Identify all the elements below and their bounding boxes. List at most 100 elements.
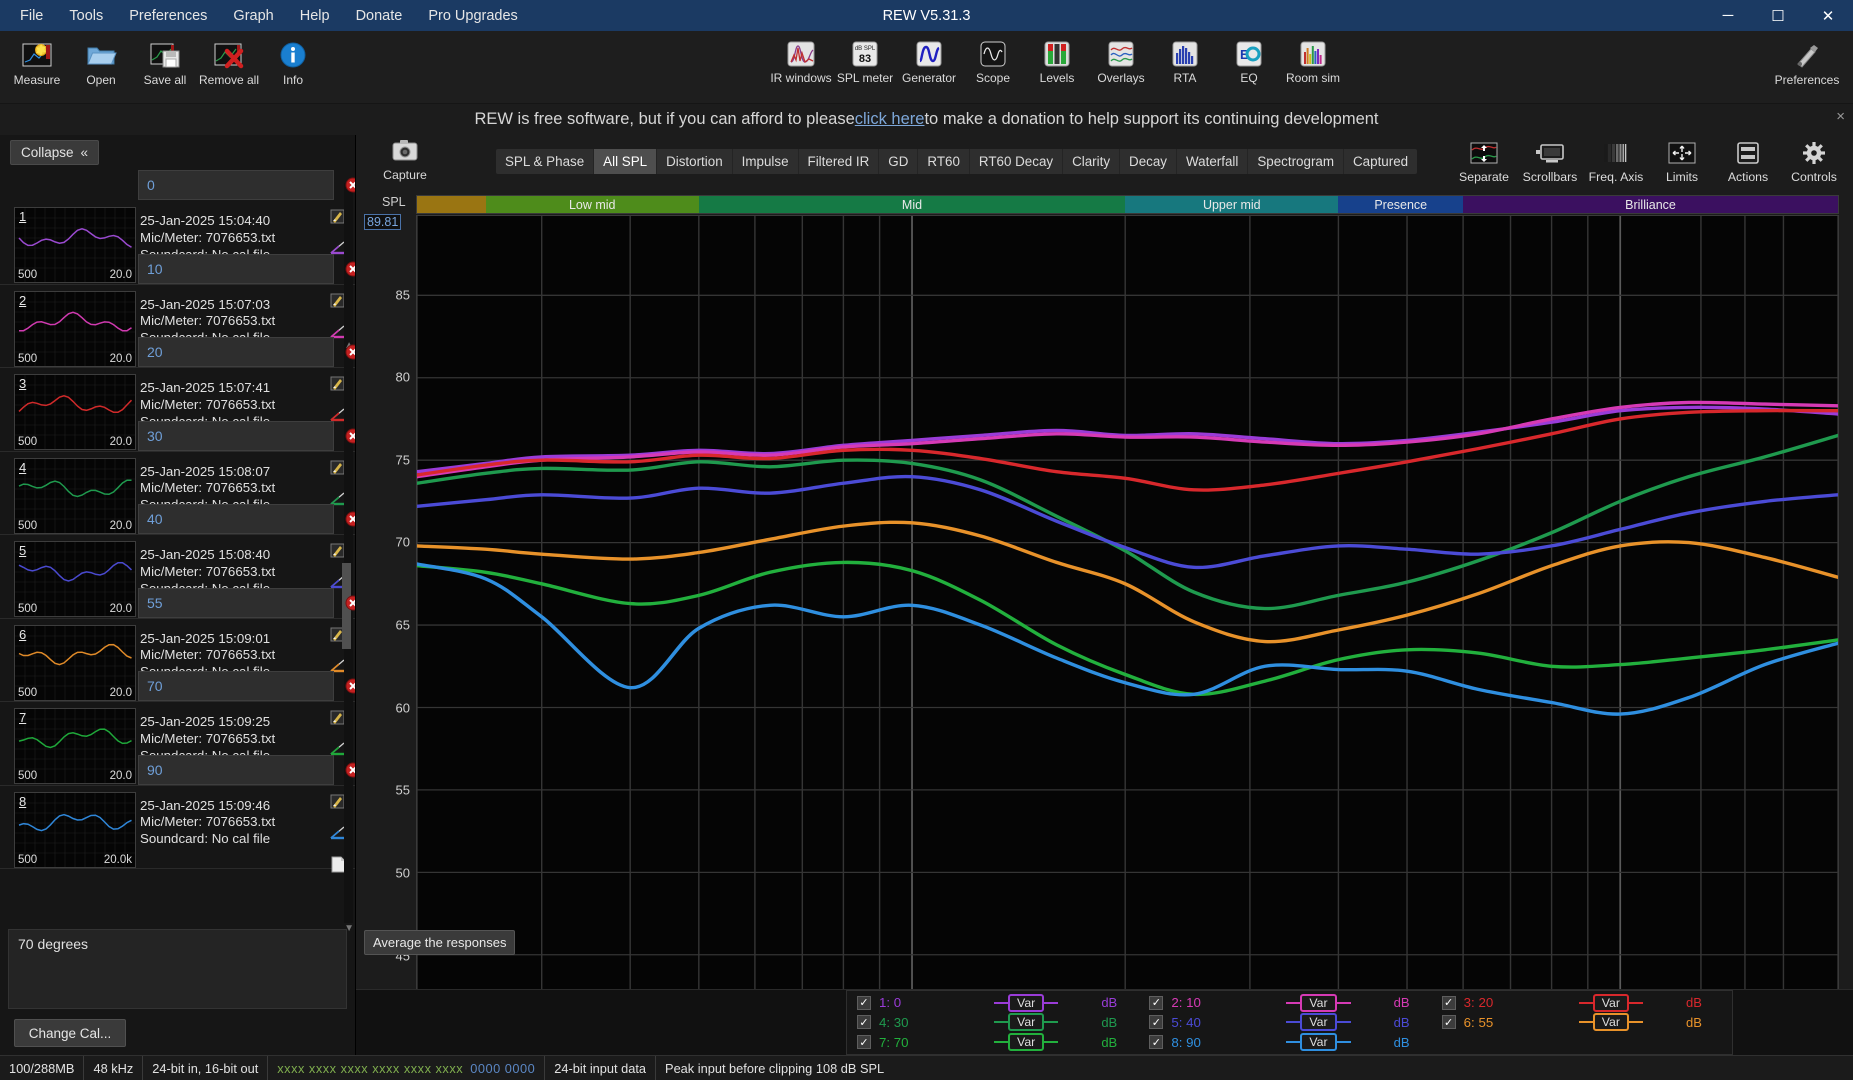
measurement-name-input[interactable]: 70: [138, 671, 334, 701]
measurement-name-input[interactable]: 10: [138, 254, 334, 284]
graph-tab-gd[interactable]: GD: [879, 149, 918, 174]
measurement-name-input[interactable]: 0: [138, 170, 334, 200]
legend-visibility-checkbox[interactable]: ✓: [1442, 996, 1456, 1010]
graph-tab-spl-phase[interactable]: SPL & Phase: [496, 149, 594, 174]
legend-var-button[interactable]: Var: [1008, 994, 1044, 1012]
legend-var-button[interactable]: Var: [1300, 1013, 1336, 1031]
generator-button[interactable]: Generator: [898, 37, 960, 85]
info-button[interactable]: Info: [262, 37, 324, 87]
ir-windows-button[interactable]: IR windows: [770, 37, 832, 85]
legend-item[interactable]: ✓8: 90VardB: [1143, 1032, 1435, 1052]
graph-tab-decay[interactable]: Decay: [1120, 149, 1177, 174]
save-all-button[interactable]: Save all: [134, 37, 196, 87]
legend-offset-control[interactable]: Var: [1251, 994, 1385, 1012]
scope-button[interactable]: Scope: [962, 37, 1024, 85]
graph-tab-all-spl[interactable]: All SPL: [594, 149, 657, 174]
measurement-thumbnail[interactable]: 550020.0: [14, 541, 136, 617]
notes-field[interactable]: 70 degrees: [8, 929, 347, 1009]
legend-visibility-checkbox[interactable]: ✓: [1149, 1035, 1163, 1049]
preferences-button[interactable]: Preferences: [1767, 37, 1847, 87]
legend-item[interactable]: ✓7: 70VardB: [851, 1032, 1143, 1052]
capture-button[interactable]: Capture: [369, 137, 441, 182]
sidebar-scrollbar-track[interactable]: [344, 183, 353, 923]
menu-item-help[interactable]: Help: [288, 3, 342, 29]
legend-offset-control[interactable]: Var: [1544, 994, 1678, 1012]
eq-button[interactable]: E EQ: [1218, 37, 1280, 85]
actions-button[interactable]: Actions: [1715, 135, 1781, 184]
legend-item[interactable]: ✓5: 40VardB: [1143, 1013, 1435, 1033]
minimize-icon[interactable]: ─: [1703, 0, 1753, 31]
legend-offset-control[interactable]: Var: [959, 1033, 1093, 1051]
legend-visibility-checkbox[interactable]: ✓: [1149, 996, 1163, 1010]
overlays-button[interactable]: Overlays: [1090, 37, 1152, 85]
graph-tab-captured[interactable]: Captured: [1344, 149, 1417, 174]
measurement-thumbnail[interactable]: 750020.0: [14, 708, 136, 784]
legend-var-button[interactable]: Var: [1593, 994, 1629, 1012]
controls-button[interactable]: Controls: [1781, 135, 1847, 184]
donate-link[interactable]: click here: [855, 110, 925, 129]
legend-var-button[interactable]: Var: [1300, 994, 1336, 1012]
menu-item-pro-upgrades[interactable]: Pro Upgrades: [416, 3, 529, 29]
legend-var-button[interactable]: Var: [1008, 1013, 1044, 1031]
graph-tab-waterfall[interactable]: Waterfall: [1177, 149, 1248, 174]
average-responses-button[interactable]: Average the responses: [364, 930, 515, 955]
separate-button[interactable]: Separate: [1451, 135, 1517, 184]
open-button[interactable]: Open: [70, 37, 132, 87]
measurement-name-input[interactable]: 55: [138, 588, 334, 618]
measurement-name-input[interactable]: 40: [138, 504, 334, 534]
rta-button[interactable]: RTA: [1154, 37, 1216, 85]
menu-item-graph[interactable]: Graph: [221, 3, 285, 29]
legend-item[interactable]: ✓4: 30VardB: [851, 1013, 1143, 1033]
legend-var-button[interactable]: Var: [1593, 1013, 1629, 1031]
legend-visibility-checkbox[interactable]: ✓: [857, 996, 871, 1010]
legend-offset-control[interactable]: Var: [959, 994, 1093, 1012]
remove-all-button[interactable]: Remove all: [198, 37, 260, 87]
delete-measurement-button[interactable]: [345, 678, 355, 694]
delete-measurement-button[interactable]: [345, 762, 355, 778]
banner-close-icon[interactable]: ×: [1836, 108, 1845, 125]
legend-visibility-checkbox[interactable]: ✓: [1149, 1015, 1163, 1029]
spl-meter-button[interactable]: dB SPL 83 SPL meter: [834, 37, 896, 85]
graph-tab-impulse[interactable]: Impulse: [733, 149, 799, 174]
legend-visibility-checkbox[interactable]: ✓: [857, 1035, 871, 1049]
levels-button[interactable]: Levels: [1026, 37, 1088, 85]
measurement-thumbnail[interactable]: 350020.0: [14, 374, 136, 450]
legend-offset-control[interactable]: Var: [1544, 1013, 1678, 1031]
measurement-list[interactable]: 0150020.025-Jan-2025 15:04:40Mic/Meter: …: [0, 169, 355, 929]
measurement-name-input[interactable]: 20: [138, 337, 334, 367]
maximize-icon[interactable]: ☐: [1753, 0, 1803, 31]
scroll-down-icon[interactable]: ▼: [344, 923, 354, 934]
legend-item[interactable]: ✓2: 10VardB: [1143, 993, 1435, 1013]
graph-tab-filtered-ir[interactable]: Filtered IR: [799, 149, 880, 174]
legend-var-button[interactable]: Var: [1300, 1033, 1336, 1051]
measurement-name-input[interactable]: 30: [138, 421, 334, 451]
measurement-thumbnail[interactable]: 250020.0: [14, 291, 136, 367]
graph-tab-spectrogram[interactable]: Spectrogram: [1248, 149, 1344, 174]
delete-measurement-button[interactable]: [345, 177, 355, 193]
delete-measurement-button[interactable]: [345, 511, 355, 527]
room-sim-button[interactable]: Room sim: [1282, 37, 1344, 85]
limits-button[interactable]: Limits: [1649, 135, 1715, 184]
delete-measurement-button[interactable]: [345, 261, 355, 277]
graph-tab-distortion[interactable]: Distortion: [657, 149, 733, 174]
measure-button[interactable]: Measure: [6, 37, 68, 87]
measurement-thumbnail[interactable]: 850020.0k: [14, 792, 136, 868]
menu-item-donate[interactable]: Donate: [344, 3, 415, 29]
measurement-thumbnail[interactable]: 150020.0: [14, 207, 136, 283]
legend-item[interactable]: ✓1: 0VardB: [851, 993, 1143, 1013]
delete-measurement-button[interactable]: [345, 428, 355, 444]
measurement-name-input[interactable]: 90: [138, 755, 334, 785]
freq-axis-button[interactable]: Freq. Axis: [1583, 135, 1649, 184]
legend-visibility-checkbox[interactable]: ✓: [857, 1015, 871, 1029]
delete-measurement-button[interactable]: [345, 595, 355, 611]
collapse-button[interactable]: Collapse «: [10, 140, 99, 165]
legend-offset-control[interactable]: Var: [959, 1013, 1093, 1031]
close-icon[interactable]: ✕: [1803, 0, 1853, 31]
scrollbars-button[interactable]: Scrollbars: [1517, 135, 1583, 184]
delete-measurement-button[interactable]: [345, 344, 355, 360]
graph-tab-clarity[interactable]: Clarity: [1063, 149, 1120, 174]
legend-var-button[interactable]: Var: [1008, 1033, 1044, 1051]
measurement-thumbnail[interactable]: 650020.0: [14, 625, 136, 701]
menu-item-file[interactable]: File: [8, 3, 55, 29]
graph-tab-rt60[interactable]: RT60: [918, 149, 970, 174]
